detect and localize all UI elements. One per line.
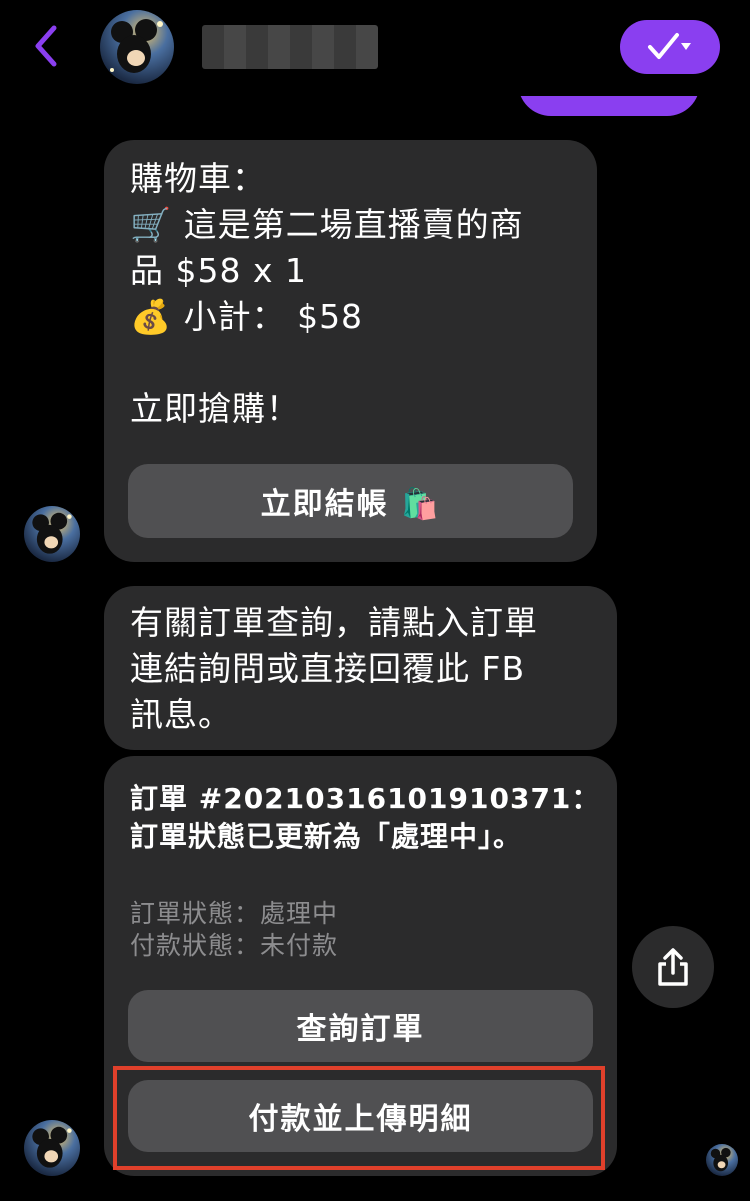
order-title-line: 訂單 #20210316101910371： <box>130 782 601 815</box>
message-line: 品 $58 x 1 <box>130 251 307 290</box>
info-message-bubble[interactable]: 有關訂單查詢，請點入訂單 連結詢問或直接回覆此 FB 訊息。 <box>104 586 617 750</box>
order-status-text: 訂單狀態：處理中 <box>130 899 339 928</box>
payment-status-text: 付款狀態：未付款 <box>130 931 339 960</box>
order-title-line: 訂單狀態已更新為「處理中」。 <box>130 820 523 853</box>
query-order-button[interactable]: 查詢訂單 <box>128 990 593 1062</box>
message-line: 有關訂單查詢，請點入訂單 <box>130 603 538 642</box>
order-message-bubble[interactable]: 訂單 #20210316101910371： 訂單狀態已更新為「處理中」。 訂單… <box>104 756 617 1176</box>
message-line: 🛒 這是第二場直播賣的商 <box>130 205 524 244</box>
check-dropdown-icon <box>648 33 691 59</box>
message-line: 訊息。 <box>130 695 232 734</box>
message-line: 立即搶購！ <box>130 389 300 428</box>
contact-avatar[interactable] <box>100 10 174 84</box>
back-button[interactable] <box>26 22 66 70</box>
status-action-button[interactable] <box>620 20 720 74</box>
checkout-button[interactable]: 立即結帳 🛍️ <box>128 464 573 538</box>
message-line: 購物車： <box>130 159 266 198</box>
contact-name[interactable] <box>202 25 378 69</box>
chat-header <box>0 0 750 96</box>
sender-avatar[interactable] <box>24 506 80 562</box>
sender-avatar[interactable] <box>24 1120 80 1176</box>
message-line: 💰 小計： $58 <box>130 297 364 336</box>
message-line <box>130 340 524 386</box>
message-line: 連結詢問或直接回覆此 FB <box>130 649 526 688</box>
chevron-left-icon <box>35 25 57 67</box>
pay-and-upload-button[interactable]: 付款並上傳明細 <box>128 1080 593 1152</box>
cart-message-bubble[interactable]: 購物車： 🛒 這是第二場直播賣的商 品 $58 x 1 💰 小計： $58 立即… <box>104 140 597 562</box>
share-button[interactable] <box>632 926 714 1008</box>
read-receipt-avatar <box>706 1144 738 1176</box>
share-icon <box>658 948 688 986</box>
